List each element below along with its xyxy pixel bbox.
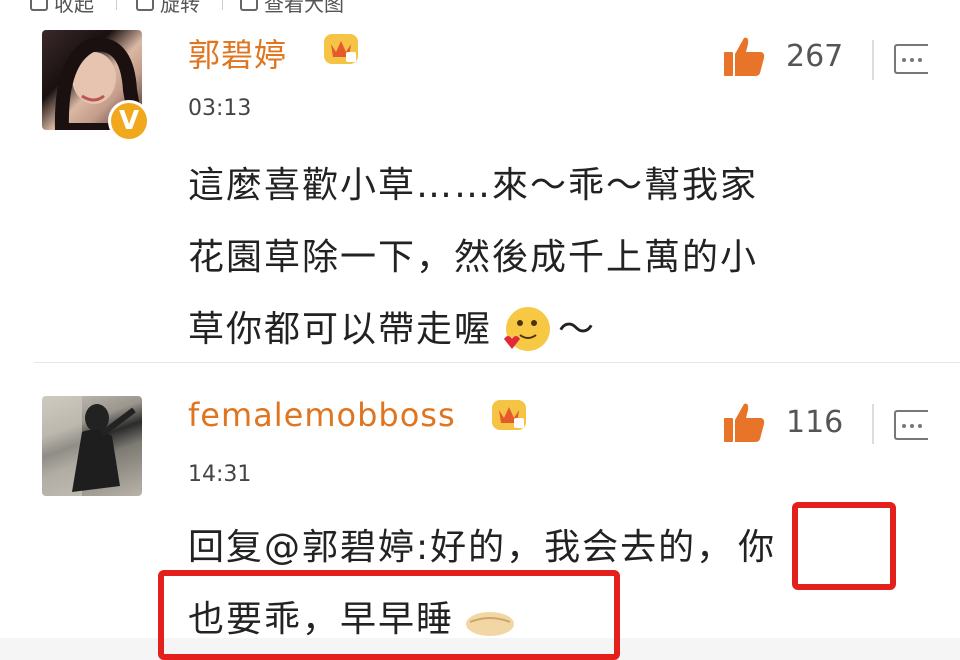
username[interactable]: 郭碧婷 (188, 30, 287, 76)
comment-separator (34, 362, 960, 363)
crown-level-icon (324, 34, 358, 64)
like-button[interactable]: 267 (722, 34, 843, 78)
toolbar-divider (116, 0, 117, 10)
toolbar-divider (222, 0, 223, 10)
avatar[interactable] (42, 396, 142, 496)
action-divider (872, 40, 874, 80)
comment-line-tail: ～ (558, 309, 597, 350)
comment-line: 這麼喜歡小草……來～乖～幫我家 (188, 165, 759, 206)
collapse-icon (30, 0, 48, 11)
view-large-button[interactable]: 查看大图 (240, 0, 344, 17)
collapse-label: 收起 (54, 0, 94, 16)
rotate-button[interactable]: 旋转 (136, 0, 200, 17)
collapse-button[interactable]: 收起 (30, 0, 94, 17)
like-count: 116 (786, 404, 844, 440)
more-icon[interactable] (894, 44, 928, 74)
comment-text: 這麼喜歡小草……來～乖～幫我家 花園草除一下，然後成千上萬的小 草你都可以帶走喔… (188, 150, 758, 366)
rotate-icon (136, 0, 154, 11)
thumbs-up-icon (724, 37, 765, 76)
highlight-box (158, 570, 620, 660)
more-icon[interactable] (894, 410, 928, 440)
tongue-emoji-icon (504, 307, 551, 351)
username[interactable]: femalemobboss (188, 396, 456, 434)
thumbs-up-icon (724, 403, 765, 442)
action-divider (872, 404, 874, 444)
rotate-label: 旋转 (160, 0, 200, 16)
weibo-comment-card: 收起 旋转 查看大图 V 郭碧婷 03:13 267 這麼喜歡小草……來～乖～幫… (0, 0, 960, 660)
comment-time: 14:31 (188, 462, 252, 487)
image-toolbar: 收起 旋转 查看大图 (0, 0, 400, 17)
like-button[interactable]: 116 (722, 400, 843, 444)
comment-time: 03:13 (188, 96, 252, 121)
comment-line: 草你都可以帶走喔 ～ (188, 294, 758, 366)
highlight-box (792, 502, 896, 590)
crown-level-icon (492, 400, 526, 430)
view-large-icon (240, 0, 258, 11)
view-large-label: 查看大图 (264, 0, 344, 16)
verified-badge-icon: V (108, 100, 150, 142)
reply-highlight-text: 你 (738, 527, 777, 568)
like-count: 267 (786, 38, 844, 74)
comment-line: 花園草除一下，然後成千上萬的小 (188, 237, 759, 278)
comment-line-text: 草你都可以帶走喔 (188, 309, 493, 350)
